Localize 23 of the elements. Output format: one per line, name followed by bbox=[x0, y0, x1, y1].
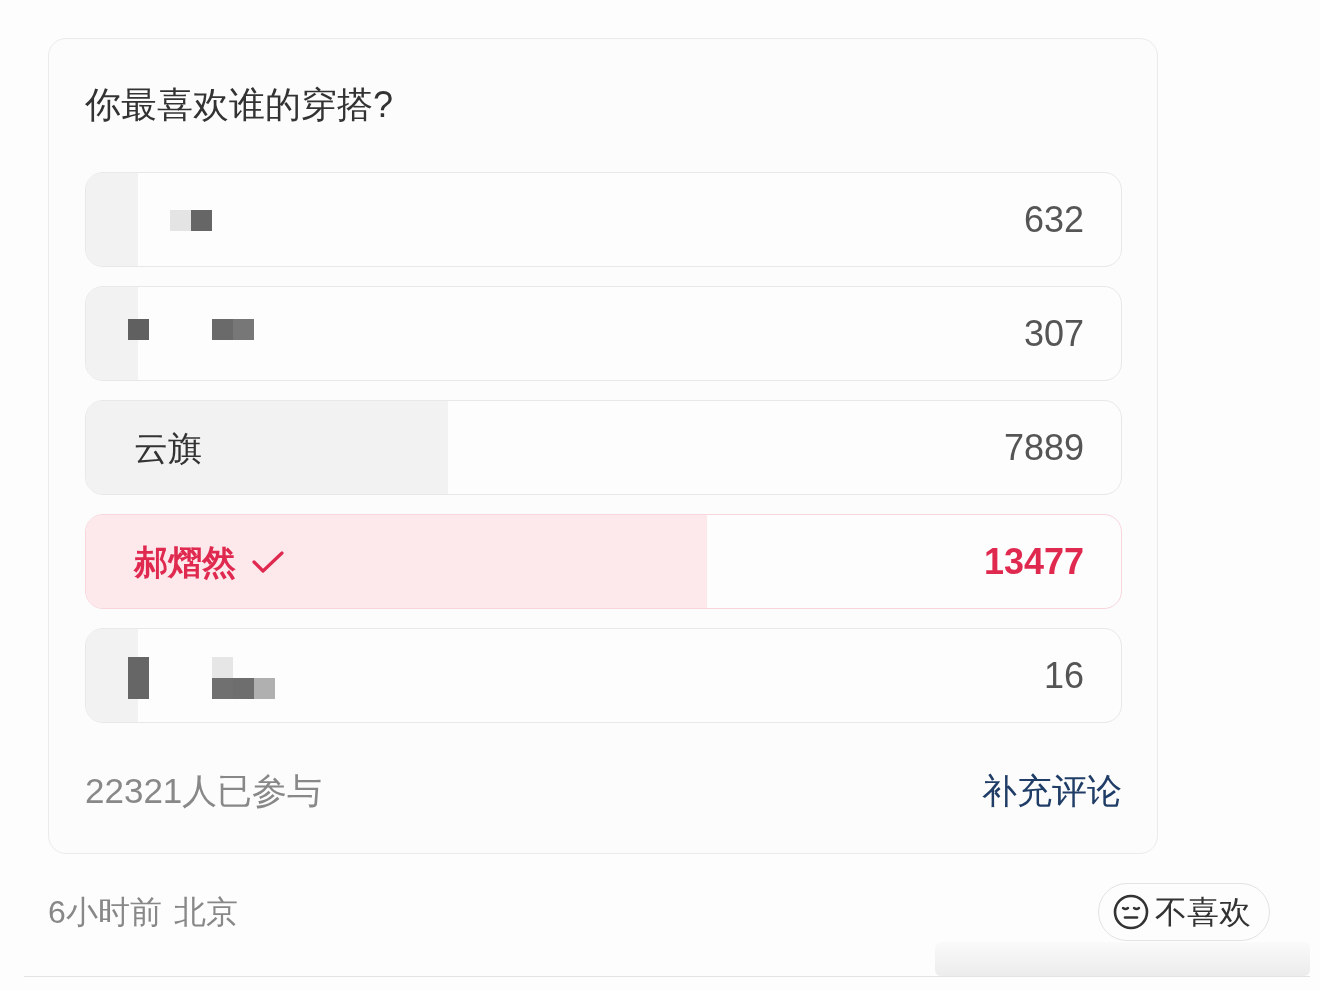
vote-count: 632 bbox=[1023, 199, 1084, 240]
check-icon bbox=[252, 549, 284, 574]
vote-count: 16 bbox=[1043, 655, 1084, 696]
poll-option[interactable]: 632 bbox=[85, 172, 1122, 267]
pixelated-name-icon bbox=[128, 657, 275, 699]
pixelated-name-icon bbox=[128, 319, 254, 340]
vote-count: 7889 bbox=[1003, 427, 1084, 468]
post-time: 6小时前 bbox=[48, 893, 162, 932]
add-comment-link[interactable]: 补充评论 bbox=[982, 771, 1122, 811]
poll-option[interactable]: 郝熠然 13477 bbox=[85, 514, 1122, 609]
poll-question: 你最喜欢谁的穿搭? bbox=[85, 85, 395, 125]
dislike-button[interactable]: 不喜欢 bbox=[1098, 883, 1270, 941]
option-label: 云旗 bbox=[134, 427, 202, 468]
poll-option[interactable]: 307 bbox=[85, 286, 1122, 381]
vote-count: 13477 bbox=[983, 541, 1084, 582]
poll-option[interactable]: 云旗 7889 bbox=[85, 400, 1122, 495]
post-location: 北京 bbox=[173, 893, 238, 932]
poll-option[interactable]: 16 bbox=[85, 628, 1122, 723]
participant-count: 22321人已参与 bbox=[85, 771, 323, 811]
vote-count: 307 bbox=[1023, 313, 1084, 354]
expressionless-face-icon bbox=[1113, 894, 1149, 930]
option-label: 郝熠然 bbox=[134, 541, 236, 582]
pixelated-name-icon bbox=[170, 210, 212, 231]
